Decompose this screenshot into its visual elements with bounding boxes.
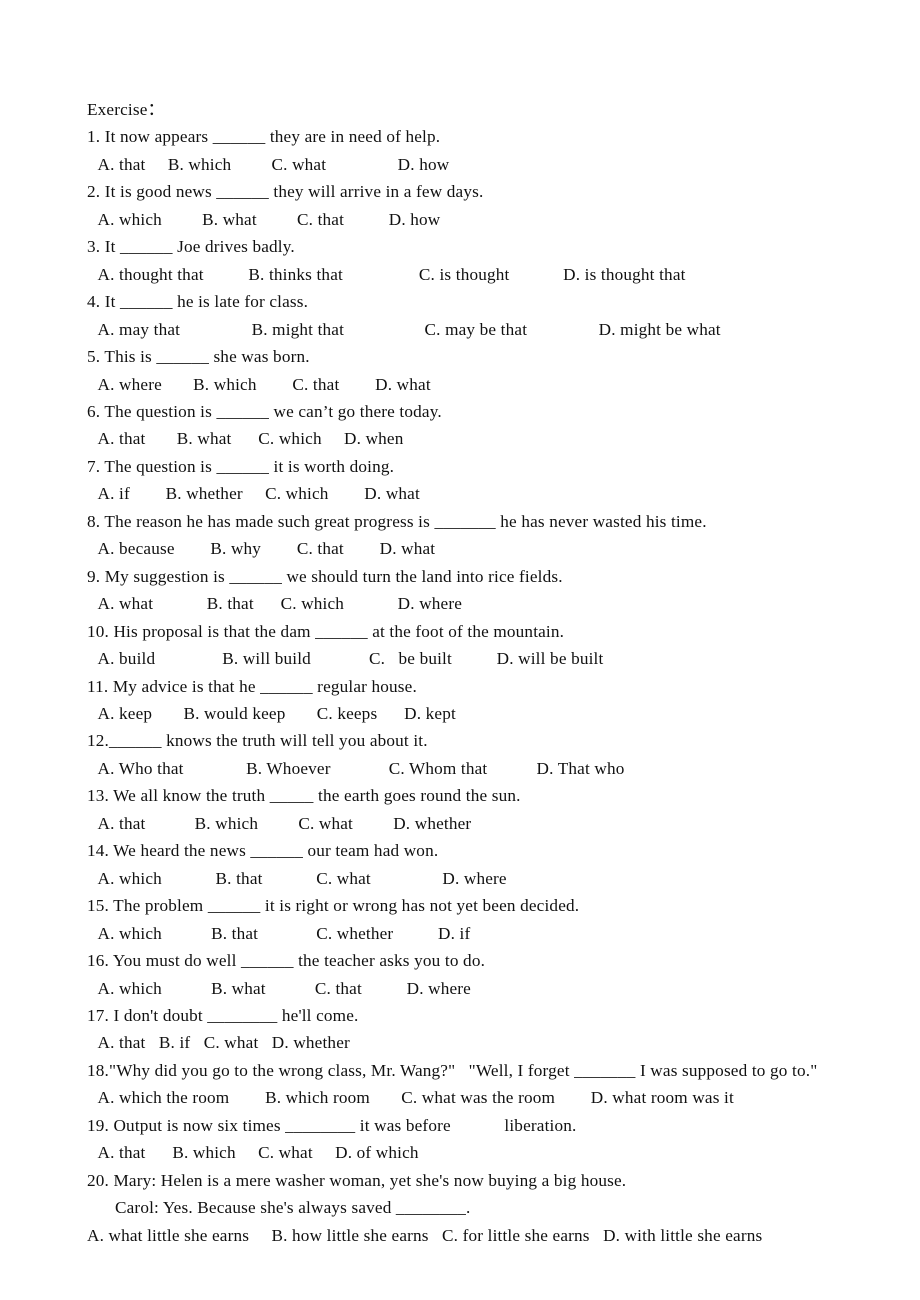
question-20: 20. Mary: Helen is a mere washer woman, … bbox=[87, 1170, 627, 1190]
question-18: 18."Why did you go to the wrong class, M… bbox=[87, 1060, 818, 1080]
question-12: 12.______ knows the truth will tell you … bbox=[87, 731, 428, 751]
options-11: A. keep B. would keep C. keeps D. kept bbox=[94, 703, 456, 723]
question-15: 15. The problem ______ it is right or wr… bbox=[87, 896, 580, 916]
question-5: 5. This is ______ she was born. bbox=[87, 347, 310, 367]
question-9: 9. My suggestion is ______ we should tur… bbox=[87, 566, 563, 586]
options-2: A. which B. what C. that D. how bbox=[94, 209, 441, 229]
options-6: A. that B. what C. which D. when bbox=[94, 429, 404, 449]
question-20-dialog-carol: Carol: Yes. Because she's always saved _… bbox=[115, 1198, 471, 1218]
options-20: A. what little she earns B. how little s… bbox=[87, 1225, 763, 1245]
question-19: 19. Output is now six times ________ it … bbox=[87, 1115, 577, 1135]
options-15: A. which B. that C. whether D. if bbox=[94, 923, 471, 943]
question-4: 4. It ______ he is late for class. bbox=[87, 292, 309, 312]
question-6: 6. The question is ______ we can’t go th… bbox=[87, 401, 442, 421]
options-8: A. because B. why C. that D. what bbox=[94, 539, 436, 559]
question-17: 17. I don't doubt ________ he'll come. bbox=[87, 1005, 359, 1025]
question-2: 2. It is good news ______ they will arri… bbox=[87, 182, 484, 202]
question-7: 7. The question is ______ it is worth do… bbox=[87, 456, 395, 476]
options-13: A. that B. which C. what D. whether bbox=[94, 813, 472, 833]
question-13: 13. We all know the truth _____ the eart… bbox=[87, 786, 521, 806]
options-4: A. may that B. might that C. may be that… bbox=[94, 319, 721, 339]
options-7: A. if B. whether C. which D. what bbox=[94, 484, 420, 504]
options-17: A. that B. if C. what D. whether bbox=[94, 1033, 350, 1053]
question-14: 14. We heard the news ______ our team ha… bbox=[87, 841, 439, 861]
question-1: 1. It now appears ______ they are in nee… bbox=[87, 127, 441, 147]
options-18: A. which the room B. which room C. what … bbox=[94, 1088, 734, 1108]
options-9: A. what B. that C. which D. where bbox=[94, 594, 463, 614]
question-16: 16. You must do well ______ the teacher … bbox=[87, 951, 486, 971]
document-body: Exercise： 1. It now appears ______ they … bbox=[87, 96, 887, 1249]
question-11: 11. My advice is that he ______ regular … bbox=[87, 676, 417, 696]
options-14: A. which B. that C. what D. where bbox=[94, 868, 507, 888]
options-12: A. Who that B. Whoever C. Whom that D. T… bbox=[94, 758, 625, 778]
question-8: 8. The reason he has made such great pro… bbox=[87, 511, 707, 531]
options-5: A. where B. which C. that D. what bbox=[94, 374, 431, 394]
options-3: A. thought that B. thinks that C. is tho… bbox=[94, 264, 686, 284]
options-19: A. that B. which C. what D. of which bbox=[94, 1143, 419, 1163]
question-10: 10. His proposal is that the dam ______ … bbox=[87, 621, 565, 641]
options-16: A. which B. what C. that D. where bbox=[94, 978, 471, 998]
document-page: Exercise： 1. It now appears ______ they … bbox=[0, 0, 920, 1300]
options-1: A. that B. which C. what D. how bbox=[94, 154, 450, 174]
exercise-heading: Exercise： bbox=[87, 100, 165, 119]
options-10: A. build B. will build C. be built D. wi… bbox=[94, 649, 604, 669]
question-3: 3. It ______ Joe drives badly. bbox=[87, 237, 295, 257]
